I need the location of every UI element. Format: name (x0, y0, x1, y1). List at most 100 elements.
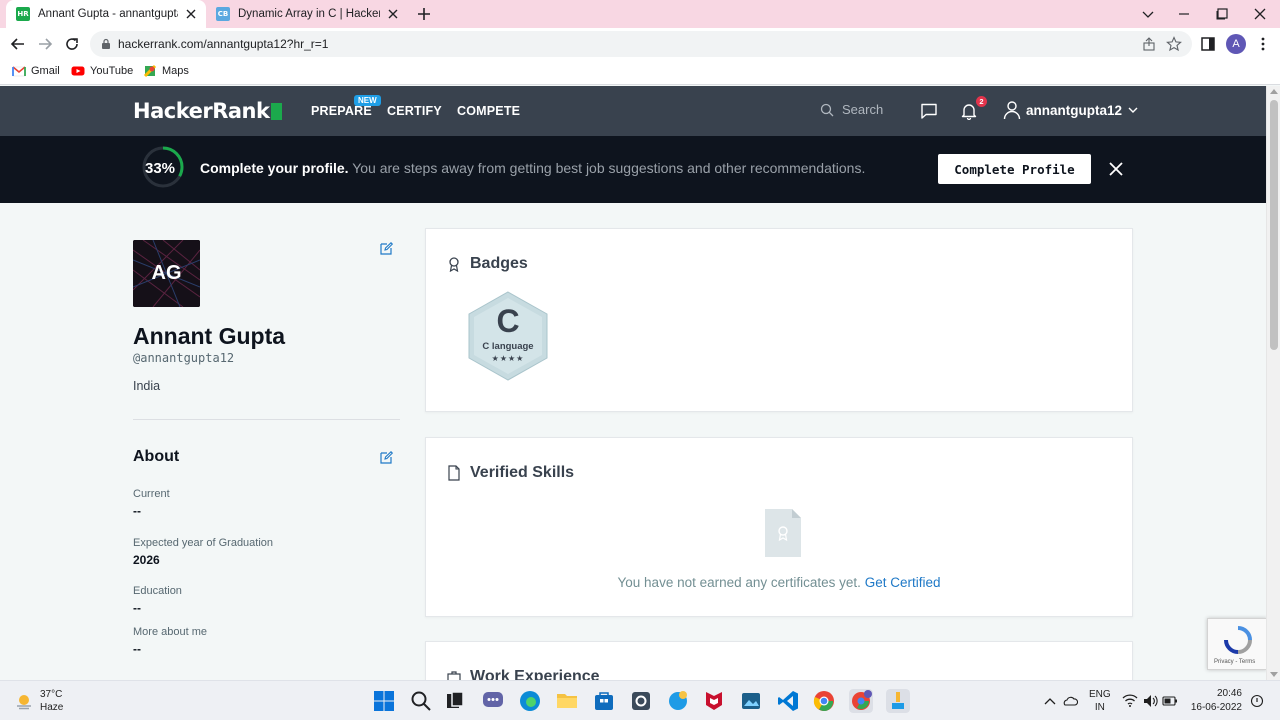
maps-icon (143, 64, 157, 78)
badges-title: Badges (470, 255, 528, 272)
address-bar[interactable]: hackerrank.com/annantgupta12?hr_r=1 (90, 31, 1192, 57)
banner-body: You are steps away from getting best job… (352, 160, 866, 176)
edit-profile-icon[interactable] (380, 242, 393, 255)
share-icon[interactable] (1142, 37, 1156, 51)
lock-icon[interactable] (100, 38, 112, 50)
wifi-icon[interactable] (1122, 681, 1138, 720)
hackerrank-header: HackerRank PREPARE NEW CERTIFY COMPETE S… (0, 86, 1266, 136)
edge-icon[interactable] (518, 689, 542, 713)
scroll-up-icon[interactable] (1270, 89, 1278, 94)
hr-search-box[interactable]: Search (820, 102, 883, 117)
tab-dynamic-array[interactable]: CB Dynamic Array in C | HackerRank (208, 0, 408, 28)
bookmark-gmail[interactable]: Gmail (12, 64, 60, 78)
scrollbar-thumb[interactable] (1270, 100, 1278, 350)
complete-profile-button[interactable]: Complete Profile (938, 154, 1091, 184)
search-placeholder: Search (842, 102, 884, 117)
banner-message: Complete your profile. You are steps awa… (200, 160, 865, 176)
store-icon[interactable] (592, 689, 616, 713)
vscode-icon[interactable] (776, 689, 800, 713)
get-certified-link[interactable]: Get Certified (865, 575, 941, 590)
tab-hackerrank-profile[interactable]: HR Annant Gupta - annantgupta12 | (6, 0, 206, 28)
messages-icon[interactable] (920, 102, 938, 120)
new-tab-icon[interactable] (416, 6, 432, 22)
bookmark-youtube[interactable]: YouTube (71, 64, 133, 78)
avatar-initials: AG (151, 262, 182, 284)
maximize-icon[interactable] (1214, 6, 1230, 22)
hackerrank-favicon-icon: HR (16, 7, 30, 21)
browser-profile-avatar[interactable]: A (1226, 34, 1246, 54)
bookmark-maps[interactable]: Maps (143, 64, 189, 78)
back-arrow-icon[interactable] (9, 35, 27, 53)
about-value-more: -- (133, 642, 141, 656)
about-label-education: Education (133, 585, 182, 597)
tab-close-icon[interactable] (386, 7, 400, 21)
progress-percent: 33% (144, 160, 176, 177)
kebab-menu-icon[interactable] (1254, 35, 1272, 53)
taskbar-clock[interactable]: 20:46 16-06-2022 (1186, 687, 1242, 715)
document-icon (448, 465, 460, 481)
nav-prepare[interactable]: PREPARE (311, 104, 372, 118)
bookmark-label: Maps (162, 65, 189, 77)
chrome-icon[interactable] (812, 689, 836, 713)
lang-line2: IN (1094, 702, 1105, 713)
windows-start-icon[interactable] (372, 689, 396, 713)
chrome-profile-icon[interactable] (849, 689, 873, 713)
side-panel-icon[interactable] (1199, 35, 1217, 53)
gallery-app-icon[interactable] (739, 689, 763, 713)
mcafee-icon[interactable] (702, 689, 726, 713)
about-heading: About (133, 448, 180, 465)
recaptcha-badge[interactable]: Privacy - Terms (1207, 618, 1267, 670)
chat-icon[interactable] (481, 689, 505, 713)
task-view-icon[interactable] (443, 689, 467, 713)
file-explorer-icon[interactable] (555, 689, 579, 713)
tray-chevron-up-icon[interactable] (1043, 681, 1057, 720)
badges-header: Badges (447, 255, 528, 273)
page-scrollbar[interactable] (1266, 86, 1280, 680)
new-badge: NEW (354, 95, 381, 106)
notification-center-icon[interactable] (1250, 681, 1264, 720)
nav-compete[interactable]: COMPETE (457, 104, 520, 118)
volume-icon[interactable] (1142, 681, 1158, 720)
paint-app-icon[interactable] (886, 689, 910, 713)
tab-close-icon[interactable] (184, 7, 198, 21)
tab-title: Annant Gupta - annantgupta12 | (38, 8, 178, 20)
battery-icon[interactable] (1162, 681, 1178, 720)
banner-close-icon[interactable] (1108, 161, 1124, 177)
about-value-current: -- (133, 504, 141, 518)
logo-text: HackerRank (133, 99, 270, 123)
profile-handle: @annantgupta12 (133, 351, 235, 365)
bookmarks-bar: Gmail YouTube Maps (0, 60, 1280, 85)
user-menu[interactable]: annantgupta12 (1003, 100, 1139, 120)
certificate-icon (765, 509, 801, 557)
scroll-down-icon[interactable] (1270, 672, 1278, 677)
divider (133, 419, 400, 420)
recaptcha-links[interactable]: Privacy - Terms (1214, 659, 1255, 665)
search-icon (820, 103, 834, 116)
bookmark-star-icon[interactable] (1166, 36, 1182, 52)
weather-widget[interactable]: 37°C Haze (14, 688, 63, 714)
profile-country: India (133, 379, 161, 393)
tab-title: Dynamic Array in C | HackerRank (238, 8, 380, 20)
reload-icon[interactable] (63, 35, 81, 53)
codebeautify-favicon-icon: CB (216, 7, 230, 21)
edit-about-icon[interactable] (380, 451, 393, 464)
tab-search-chevron-icon[interactable] (1140, 6, 1156, 22)
avatar[interactable]: AG (133, 240, 200, 307)
photos-app-icon[interactable] (666, 689, 690, 713)
minimize-icon[interactable] (1176, 6, 1192, 22)
forward-arrow-icon[interactable] (36, 35, 54, 53)
skills-title: Verified Skills (470, 464, 575, 481)
window-close-icon[interactable] (1252, 6, 1268, 22)
badge-ribbon-icon (449, 257, 459, 272)
terminal-app-icon[interactable] (629, 689, 653, 713)
hackerrank-logo[interactable]: HackerRank (133, 99, 283, 123)
about-label-graduation: Expected year of Graduation (133, 537, 274, 549)
weather-temp: 37°C (40, 689, 63, 700)
onedrive-cloud-icon[interactable] (1062, 681, 1078, 720)
nav-certify[interactable]: CERTIFY (387, 104, 442, 118)
search-icon[interactable] (409, 689, 433, 713)
notifications-bell-icon[interactable] (960, 102, 978, 120)
url-text[interactable]: hackerrank.com/annantgupta12?hr_r=1 (118, 37, 328, 51)
language-indicator[interactable]: ENG IN (1089, 681, 1111, 720)
logo-block-icon (271, 103, 283, 120)
